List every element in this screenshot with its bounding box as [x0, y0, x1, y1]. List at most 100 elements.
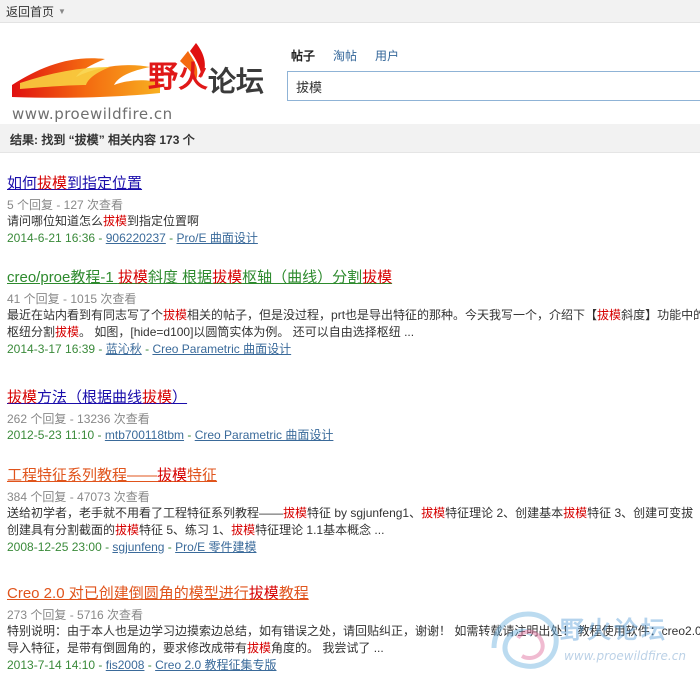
title-segment: 拔模 — [157, 467, 188, 484]
post-date: 2014-3-17 16:39 — [7, 342, 96, 356]
chevron-down-icon[interactable]: ▼ — [58, 7, 66, 16]
search-box — [287, 71, 700, 101]
result-stats: 5 个回复 - 127 次查看 — [7, 198, 124, 212]
author-link[interactable]: 906220237 — [106, 231, 166, 245]
snippet-highlight: 拔模 — [103, 214, 128, 228]
result-title-link[interactable]: 如何拔模到指定位置 — [7, 174, 258, 194]
title-segment: 如何 — [7, 175, 38, 192]
separator: - — [184, 428, 195, 442]
result-item: 拔模方法（根据曲线拔模） 262 个回复 - 13236 次查看 2012-5-23… — [0, 388, 333, 444]
result-item: 如何拔模到指定位置 5 个回复 - 127 次查看 请问哪位知道怎么拔模到指定位置啊… — [0, 174, 258, 247]
result-title-link[interactable]: Creo 2.0 对已创建倒圆角的模型进行拔模教程 — [7, 584, 700, 604]
snippet-text: 请问哪位知道怎么 — [7, 214, 104, 228]
result-item: 工程特征系列教程——拔模特征 384 个回复 - 47073 次查看 送给初学者，老… — [0, 466, 693, 556]
title-segment: 拔模 — [37, 175, 68, 192]
search-type-tabs: 帖子 淘帖 用户 — [291, 47, 399, 64]
title-segment: 教程 — [278, 585, 309, 602]
result-title-link[interactable]: 工程特征系列教程——拔模特征 — [7, 466, 693, 486]
forum-link[interactable]: Pro/E 曲面设计 — [177, 231, 258, 245]
separator: - — [141, 342, 153, 356]
title-segment: 拔模 — [248, 585, 279, 602]
separator: - — [95, 658, 106, 672]
back-home-link[interactable]: 返回首页 ▼ — [6, 3, 66, 20]
snippet-text: 导入特征，是带有倒圆角的，要求修改成带有 — [7, 641, 248, 655]
results-suffix: ” 相关内容 173 个 — [98, 133, 195, 147]
snippet-text: 特征 5、练习 1、 — [139, 523, 232, 537]
watermark: 野火论坛 www.proewildfire.cn — [488, 608, 700, 674]
snippet-text: 最近在站内看到有同志写了个 — [7, 308, 164, 322]
result-snippet: 最近在站内看到有同志写了个拔模相关的帖子，但是没过程，prt也是导出特征的那种。… — [7, 307, 700, 324]
title-segment: ） — [172, 389, 188, 406]
snippet-highlight: 拔模 — [283, 506, 308, 520]
snippet-highlight: 拔模 — [55, 325, 80, 339]
site-logo[interactable]: 野火 论坛 www.proewildfire.cn — [10, 37, 270, 125]
watermark-logo-icon: 野火论坛 www.proewildfire.cn — [491, 611, 686, 669]
title-segment: 到指定位置 — [67, 175, 143, 192]
snippet-text: 特征 by sgjunfeng1、 — [307, 506, 422, 520]
flame-logo-icon: 野火 论坛 — [12, 43, 264, 98]
separator: - — [95, 342, 106, 356]
snippet-text: 相关的帖子，但是没过程，prt也是导出特征的那种。今天我写一个，介绍下【 — [187, 308, 598, 322]
result-footer: 2008-12-25 23:00 - sgjunfeng - Pro/E 零件建… — [7, 539, 693, 556]
title-segment: creo/proe教程-1 — [7, 269, 118, 286]
separator: - — [95, 231, 106, 245]
snippet-text: 送给初学者，老手就不用看了工程特征系列教程—— — [7, 506, 284, 520]
result-stats: 384 个回复 - 47073 次查看 — [7, 490, 150, 504]
snippet-highlight: 拔模 — [247, 641, 272, 655]
tab-collections[interactable]: 淘帖 — [333, 47, 357, 64]
title-segment: 方法（根据曲线 — [37, 389, 143, 406]
results-summary: 结果: 找到 “拔模” 相关内容 173 个 — [10, 131, 195, 148]
title-segment: 拔模 — [362, 269, 393, 286]
result-stats: 262 个回复 - 13236 次查看 — [7, 412, 150, 426]
logo-name-part2: 论坛 — [208, 65, 264, 98]
forum-link[interactable]: Pro/E 零件建模 — [175, 540, 256, 554]
tab-posts[interactable]: 帖子 — [291, 47, 315, 64]
post-date: 2014-6-21 16:36 — [7, 231, 96, 245]
forum-link[interactable]: Creo Parametric 曲面设计 — [195, 428, 334, 442]
author-link[interactable]: mtb700118tbm — [105, 428, 184, 442]
results-summary-bar: 结果: 找到 “拔模” 相关内容 173 个 — [0, 124, 700, 153]
snippet-text: 。 如图，[hide=d100]以圆筒实体为例。 还可以自由选择枢纽 ... — [79, 325, 415, 339]
watermark-url: www.proewildfire.cn — [564, 649, 686, 663]
back-home-label: 返回首页 — [6, 5, 55, 19]
snippet-text: 斜度】功能中的 — [621, 308, 700, 322]
result-footer: 2014-3-17 16:39 - 蓝沁秋 - Creo Parametric … — [7, 341, 700, 358]
result-title-link[interactable]: 拔模方法（根据曲线拔模） — [7, 388, 333, 408]
separator: - — [144, 658, 156, 672]
separator: - — [164, 540, 176, 554]
forum-link[interactable]: Creo 2.0 教程征集专版 — [155, 658, 276, 672]
title-segment: Creo 2.0 对已创建倒圆角的模型进行 — [7, 585, 249, 602]
search-input[interactable] — [288, 72, 700, 100]
snippet-highlight: 拔模 — [421, 506, 446, 520]
snippet-text: 特征 3、创建可变拔 — [587, 506, 694, 520]
snippet-text: 特征理论 2、创建基本 — [445, 506, 564, 520]
results-prefix: 结果: 找到 “ — [10, 133, 75, 147]
title-segment: 工程特征系列教程—— — [7, 467, 158, 484]
forum-link[interactable]: Creo Parametric 曲面设计 — [152, 342, 291, 356]
result-item: creo/proe教程-1 拔模斜度 根据拔模枢轴（曲线）分割拔模 41 个回复 … — [0, 268, 700, 358]
post-date: 2013-7-14 14:10 — [7, 658, 96, 672]
result-snippet: 创建具有分割截面的拔模特征 5、练习 1、拔模特征理论 1.1基本概念 ... — [7, 522, 693, 539]
separator: - — [165, 231, 177, 245]
logo-name-part1: 野火 — [148, 60, 208, 95]
title-segment: 特征 — [187, 467, 218, 484]
top-bar: 返回首页 ▼ — [0, 0, 700, 23]
snippet-text: 创建具有分割截面的 — [7, 523, 116, 537]
tab-users[interactable]: 用户 — [375, 47, 399, 64]
snippet-text: 特征理论 1.1基本概念 ... — [255, 523, 385, 537]
separator: - — [101, 540, 113, 554]
results-keyword: 拔模 — [74, 133, 99, 147]
result-snippet: 送给初学者，老手就不用看了工程特征系列教程——拔模特征 by sgjunfeng… — [7, 505, 693, 522]
title-segment: 拔模 — [117, 269, 148, 286]
author-link[interactable]: sgjunfeng — [112, 540, 164, 554]
title-segment: 拔模 — [212, 269, 243, 286]
author-link[interactable]: 蓝沁秋 — [106, 342, 142, 356]
snippet-text: 枢纽分割 — [7, 325, 56, 339]
snippet-highlight: 拔模 — [163, 308, 188, 322]
title-segment: 拔模 — [7, 389, 38, 406]
author-link[interactable]: fis2008 — [106, 658, 145, 672]
result-footer: 2014-6-21 16:36 - 906220237 - Pro/E 曲面设计 — [7, 230, 258, 247]
logo-url: www.proewildfire.cn — [12, 105, 173, 123]
separator: - — [94, 428, 105, 442]
result-title-link[interactable]: creo/proe教程-1 拔模斜度 根据拔模枢轴（曲线）分割拔模 — [7, 268, 700, 288]
